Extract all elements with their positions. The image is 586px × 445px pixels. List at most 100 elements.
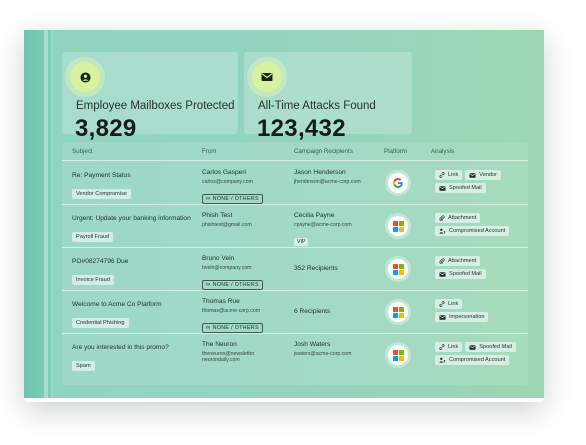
category-tag-label: Spam <box>72 361 95 371</box>
none-others-tag: ∞ NONE / OTHERS <box>202 187 263 205</box>
user-key-icon <box>439 357 446 363</box>
analysis-tag-label: Attachment <box>448 215 477 221</box>
recipient-name: 352 Recipients <box>294 265 338 272</box>
recipient-name: Cecilia Payne <box>294 212 335 219</box>
none-others-label: ∞ NONE / OTHERS <box>202 323 263 333</box>
category-tag-label: Payroll Fraud <box>72 232 114 242</box>
recipient-name: Jason Henderson <box>294 169 346 176</box>
analysis-tag[interactable]: Vendor <box>465 170 501 180</box>
analysis-tag-label: Vendor <box>479 172 497 178</box>
row-subject: Welcome to Acme Co Platform <box>72 301 162 308</box>
table-row[interactable]: Welcome to Acme Co Platform Credential Ph… <box>62 291 528 334</box>
category-tag: Spam <box>72 354 95 372</box>
analysis-tag[interactable]: Link <box>435 299 463 309</box>
sender-email: carlos@company.com <box>202 179 254 185</box>
sender-name: Carlos Gasperi <box>202 169 246 176</box>
analysis-tag-label: Impersonation <box>449 314 485 320</box>
user-circle-icon <box>70 62 100 92</box>
column-header-analysis[interactable]: Analysis <box>431 148 454 155</box>
sender-email-cont: neurondaily.com <box>202 357 240 363</box>
analysis-tag-label: Link <box>448 301 459 307</box>
analysis-tag-label: Spoofed Mail <box>479 344 512 350</box>
microsoft-logo-icon <box>388 345 408 365</box>
analysis-tag[interactable]: Compromised Account <box>435 355 510 365</box>
row-subject: PO#08274796 Due <box>72 258 129 265</box>
microsoft-logo-icon <box>388 259 408 279</box>
analysis-tag-label: Spoofed Mail <box>449 185 482 191</box>
column-header-subject[interactable]: Subject <box>72 148 93 155</box>
analysis-tag-label: Compromised Account <box>449 357 506 363</box>
paperclip-icon <box>439 215 445 221</box>
category-tag: Payroll Fraud <box>72 225 114 243</box>
stat-title: All-Time Attacks Found <box>258 100 376 112</box>
stat-card-mailboxes: Employee Mailboxes Protected 3,829 <box>62 52 238 142</box>
microsoft-logo-icon <box>388 216 408 236</box>
sender-email: phishtest@gmail.com <box>202 222 252 228</box>
stat-value: 3,829 <box>75 115 137 142</box>
analysis-tags: Impersonation <box>435 312 489 322</box>
analysis-tags: Attachment <box>435 213 481 223</box>
analysis-tag[interactable]: Spoofed Mail <box>465 342 516 352</box>
category-tag: Vendor Compromise <box>72 182 131 200</box>
link-icon <box>439 301 445 307</box>
vip-label: VIP <box>294 238 309 246</box>
table-row[interactable]: Urgent: Update your banking information P… <box>62 205 528 248</box>
category-tag-label: Invoice Fraud <box>72 275 114 285</box>
analysis-tag[interactable]: Link <box>435 170 463 180</box>
side-strip <box>24 30 52 398</box>
vip-badge: VIP <box>294 230 309 248</box>
recipient-name: 6 Recipients <box>294 308 331 315</box>
analysis-tag[interactable]: Spoofed Mail <box>435 183 486 193</box>
stat-title: Employee Mailboxes Protected <box>76 100 235 112</box>
analysis-tags: Compromised Account <box>435 226 510 236</box>
recipient-email: jhenderson@acme-corp.com <box>294 179 361 185</box>
recipient-email: cpayne@acme-corp.com <box>294 222 352 228</box>
sender-name: Bruno Vein <box>202 255 235 262</box>
infinity-icon: ∞ <box>206 282 211 288</box>
column-header-from[interactable]: From <box>202 148 216 155</box>
analysis-tags: Attachment <box>435 256 481 266</box>
table-row[interactable]: Re: Payment Status Vendor Compromise Carlo… <box>62 162 528 205</box>
analysis-tag[interactable]: Link <box>435 342 463 352</box>
analysis-tags: Link Vendor <box>435 170 501 180</box>
google-logo-icon <box>388 173 408 193</box>
envelope-icon <box>469 344 476 350</box>
analysis-tag[interactable]: Attachment <box>435 256 481 266</box>
paperclip-icon <box>439 258 445 264</box>
none-others-text: NONE / OTHERS <box>212 325 259 331</box>
sender-email: bvein@company.com <box>202 265 252 271</box>
column-header-recipients[interactable]: Campaign Recipients <box>294 148 353 155</box>
analysis-tag[interactable]: Compromised Account <box>435 226 510 236</box>
analysis-tags: Link <box>435 299 463 309</box>
infinity-icon: ∞ <box>206 196 211 202</box>
sender-email: thomas@acme-corp.com <box>202 308 261 314</box>
analysis-tag[interactable]: Impersonation <box>435 312 489 322</box>
analysis-tag[interactable]: Spoofed Mail <box>435 269 486 279</box>
infinity-icon: ∞ <box>206 325 211 331</box>
column-header-platform[interactable]: Platform <box>384 148 407 155</box>
category-tag-label: Credential Phishing <box>72 318 129 328</box>
none-others-label: ∞ NONE / OTHERS <box>202 280 263 290</box>
link-icon <box>439 344 445 350</box>
sender-name: The Neuron <box>202 341 237 348</box>
none-others-text: NONE / OTHERS <box>212 282 259 288</box>
category-tag: Credential Phishing <box>72 311 129 329</box>
none-others-text: NONE / OTHERS <box>212 196 259 202</box>
analysis-tags: Spoofed Mail <box>435 269 486 279</box>
analysis-tag-label: Compromised Account <box>449 228 506 234</box>
analysis-tag-label: Attachment <box>448 258 477 264</box>
row-subject: Are you interested in this promo? <box>72 344 169 351</box>
category-tag: Invoice Fraud <box>72 268 114 286</box>
none-others-tag: ∞ NONE / OTHERS <box>202 273 263 291</box>
none-others-tag: ∞ NONE / OTHERS <box>202 316 263 334</box>
row-subject: Urgent: Update your banking information <box>72 215 191 222</box>
recipient-name: Josh Waters <box>294 341 331 348</box>
table-row[interactable]: PO#08274796 Due Invoice Fraud Bruno Vein bv… <box>62 248 528 291</box>
analysis-tag-label: Spoofed Mail <box>449 271 482 277</box>
analysis-tags: Spoofed Mail <box>435 183 486 193</box>
link-icon <box>439 172 445 178</box>
table-row[interactable]: Are you interested in this promo? Spam The… <box>62 334 528 377</box>
analysis-tag[interactable]: Attachment <box>435 213 481 223</box>
envelope-icon <box>439 314 446 320</box>
dashboard-panel: Employee Mailboxes Protected 3,829 All-T… <box>24 30 544 398</box>
